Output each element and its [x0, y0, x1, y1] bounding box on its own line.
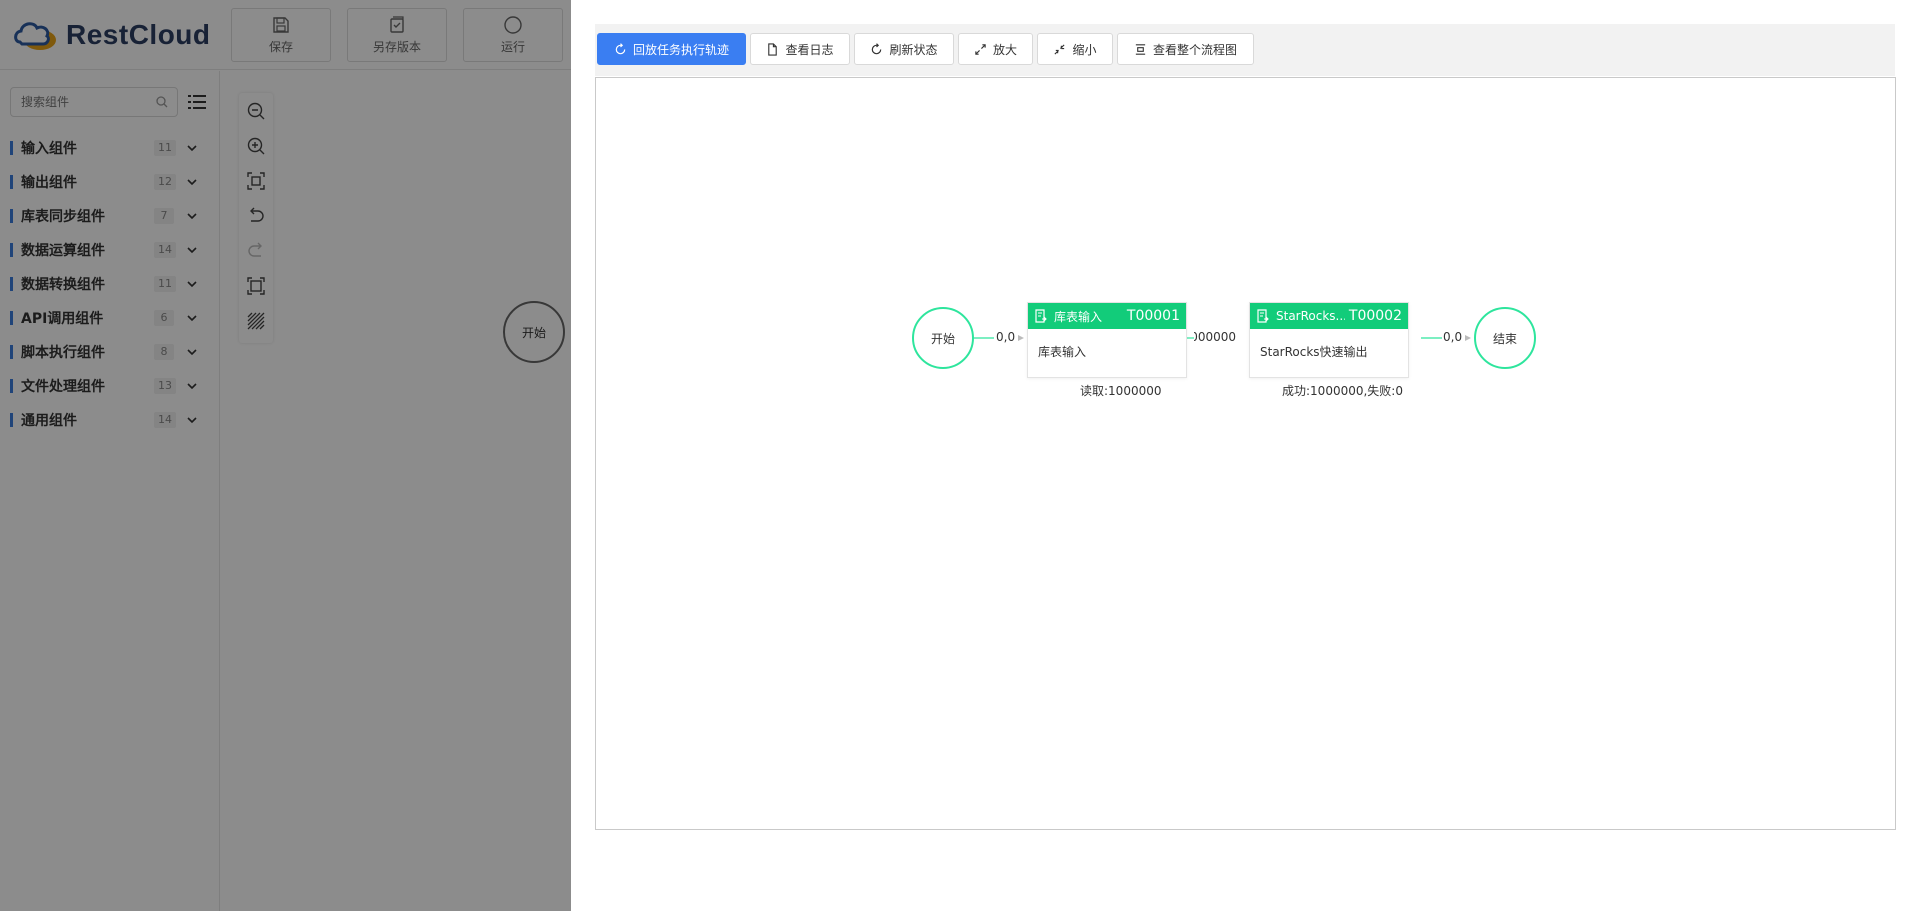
node-id: T00001: [1126, 308, 1180, 324]
zoom-out-label: 缩小: [1072, 42, 1097, 57]
output-icon: [1257, 309, 1269, 323]
refresh-status-button[interactable]: 刷新状态: [854, 33, 954, 65]
refresh-icon: [615, 42, 626, 54]
edge-mid-text: 1000000,1000000: [1194, 330, 1236, 344]
view-whole-flow-button[interactable]: 查看整个流程图: [1117, 33, 1254, 65]
table-input-icon: [1035, 309, 1047, 323]
drawer-toolbar: 回放任务执行轨迹 查看日志 刷新状态 放大 缩小 查看整个流程图: [595, 24, 1895, 76]
edge-end-arrow: [1465, 335, 1471, 341]
node2-stat: 成功:1000000,失败:0: [1282, 384, 1403, 398]
replay-trace-label: 回放任务执行轨迹: [632, 42, 729, 57]
node-starrocks-output[interactable]: StarRocks... T00002 StarRocks快速输出: [1249, 302, 1409, 378]
zoom-in-label: 放大: [992, 42, 1017, 57]
flow-start-node[interactable]: 开始: [912, 307, 974, 369]
node1-stat: 读取:1000000: [1080, 384, 1162, 398]
node-header: StarRocks... T00002: [1250, 303, 1408, 329]
expand-icon: [975, 43, 986, 55]
edge-mid-label: 1000000,1000000: [1194, 330, 1236, 344]
flow-edges: [973, 335, 1471, 341]
shrink-icon: [1054, 43, 1066, 55]
view-log-label: 查看日志: [785, 42, 834, 57]
edge-start-arrow: [1018, 335, 1024, 341]
replay-trace-button[interactable]: 回放任务执行轨迹: [597, 33, 746, 65]
node-body: StarRocks快速输出: [1260, 345, 1368, 359]
view-log-button[interactable]: 查看日志: [750, 33, 850, 65]
fit-view-icon: [1135, 43, 1146, 55]
node-body: 库表输入: [1038, 345, 1087, 359]
flow-diagram[interactable]: 开始 0,0 1000000,1000000 库表输入 T00001 库表输入 …: [595, 77, 1896, 830]
zoom-in-button[interactable]: 放大: [958, 33, 1033, 65]
zoom-out-button[interactable]: 缩小: [1037, 33, 1113, 65]
view-whole-flow-label: 查看整个流程图: [1152, 42, 1237, 57]
edge-end-label: 0,0: [1443, 330, 1463, 344]
flow-end-node[interactable]: 结束: [1474, 307, 1536, 369]
refresh-status-label: 刷新状态: [889, 42, 938, 57]
node-header: 库表输入 T00001: [1028, 303, 1186, 329]
refresh-icon: [872, 42, 882, 54]
execution-trace-drawer: 回放任务执行轨迹 查看日志 刷新状态 放大 缩小 查看整个流程图 开始 0,0 …: [571, 0, 1920, 911]
node-table-input[interactable]: 库表输入 T00001 库表输入: [1027, 302, 1187, 378]
edge-start-label: 0,0: [996, 330, 1016, 344]
file-icon: [768, 42, 778, 56]
node-name: 库表输入: [1054, 309, 1103, 324]
node-name: StarRocks...: [1276, 309, 1345, 323]
node-id: T00002: [1348, 308, 1402, 324]
